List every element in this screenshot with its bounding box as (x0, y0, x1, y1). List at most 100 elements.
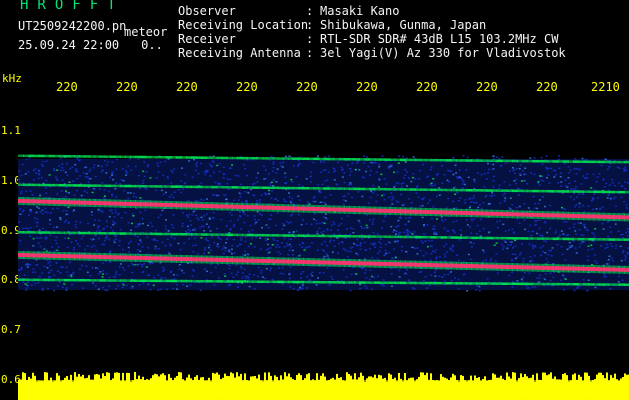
noise-speckle (482, 228, 485, 230)
noise-speckle (374, 162, 377, 164)
noise-speckle (231, 164, 234, 166)
noise-speckle (604, 158, 607, 161)
noise-speckle (364, 249, 367, 251)
noise-speckle (130, 169, 133, 171)
noise-speckle (436, 195, 438, 198)
noise-speckle (449, 248, 452, 250)
noise-speckle (101, 243, 104, 246)
noise-speckle (420, 240, 423, 242)
noise-speckle (531, 247, 534, 249)
noise-speckle (590, 244, 593, 246)
noise-speckle (111, 171, 114, 173)
noise-speckle (443, 280, 446, 282)
noise-speckle (351, 162, 354, 164)
noise-speckle (92, 167, 95, 169)
noise-speckle (364, 272, 367, 274)
noise-speckle (516, 280, 519, 282)
noise-speckle (89, 238, 92, 240)
noise-speckle (305, 178, 308, 180)
noise-speckle (147, 164, 150, 166)
noise-speckle (469, 241, 472, 244)
noise-speckle (25, 158, 28, 161)
noise-speckle (572, 226, 575, 228)
noise-speckle (27, 171, 30, 173)
noise-speckle (92, 238, 95, 240)
noise-speckle (268, 189, 270, 192)
noise-speckle (408, 198, 411, 200)
noise-speckle (129, 192, 132, 194)
noise-speckle (270, 214, 273, 216)
noise-speckle (71, 283, 73, 286)
noise-speckle (172, 274, 175, 276)
noise-speckle (390, 192, 393, 194)
noise-speckle (578, 202, 581, 205)
noise-speckle (160, 277, 163, 279)
x-tick-label: 220 (356, 80, 378, 94)
noise-speckle (314, 212, 317, 215)
noise-speckle (455, 172, 458, 174)
noise-speckle (283, 246, 286, 248)
noise-speckle (355, 252, 358, 255)
noise-speckle (66, 174, 69, 176)
noise-speckle (251, 229, 254, 232)
noise-speckle (331, 224, 333, 226)
noise-speckle (621, 279, 624, 281)
noise-speckle (191, 176, 194, 179)
noise-speckle (316, 232, 319, 235)
noise-speckle (157, 171, 160, 173)
noise-speckle (456, 176, 458, 178)
noise-speckle (419, 205, 421, 208)
noise-speckle (493, 175, 495, 178)
noise-speckle (538, 277, 541, 280)
noise-speckle (378, 166, 381, 168)
noise-speckle (138, 174, 140, 177)
noise-speckle (547, 174, 550, 176)
noise-speckle (560, 230, 563, 232)
noise-speckle (103, 239, 106, 242)
noise-speckle (257, 172, 260, 174)
noise-speckle (333, 245, 336, 247)
noise-speckle (475, 289, 478, 291)
noise-speckle (367, 202, 370, 204)
noise-speckle (139, 187, 141, 190)
noise-speckle (621, 185, 624, 187)
noise-speckle (64, 237, 66, 239)
noise-speckle (326, 255, 329, 257)
noise-speckle (295, 230, 298, 232)
noise-speckle (35, 221, 38, 224)
noise-speckle (508, 206, 511, 209)
noise-speckle (156, 162, 159, 164)
noise-speckle (587, 279, 590, 281)
noise-speckle (451, 244, 454, 247)
noise-speckle (452, 173, 455, 176)
noise-speckle (473, 218, 476, 220)
noise-speckle (466, 156, 469, 159)
noise-speckle (65, 266, 68, 269)
noise-speckle (69, 168, 72, 170)
noise-speckle (568, 227, 571, 229)
noise-speckle (611, 178, 614, 181)
noise-speckle (214, 181, 217, 184)
noise-speckle (614, 223, 617, 225)
noise-speckle (492, 155, 495, 157)
noise-speckle (234, 174, 237, 177)
noise-speckle (201, 225, 204, 227)
noise-speckle (575, 204, 578, 206)
noise-speckle (139, 211, 142, 214)
noise-speckle (524, 173, 527, 175)
info-value: Shibukawa, Gunma, Japan (320, 18, 487, 32)
noise-speckle (249, 224, 252, 227)
noise-speckle (495, 156, 498, 159)
noise-speckle (107, 161, 110, 163)
noise-speckle (21, 210, 24, 213)
noise-speckle (178, 264, 181, 266)
noise-speckle (516, 256, 519, 259)
noise-speckle (163, 269, 166, 271)
noise-speckle (530, 234, 533, 237)
noise-speckle (222, 252, 225, 255)
noise-speckle (557, 155, 560, 157)
noise-speckle (468, 206, 471, 209)
noise-speckle (624, 166, 627, 168)
noise-speckle (434, 271, 436, 273)
noise-speckle (509, 197, 512, 199)
